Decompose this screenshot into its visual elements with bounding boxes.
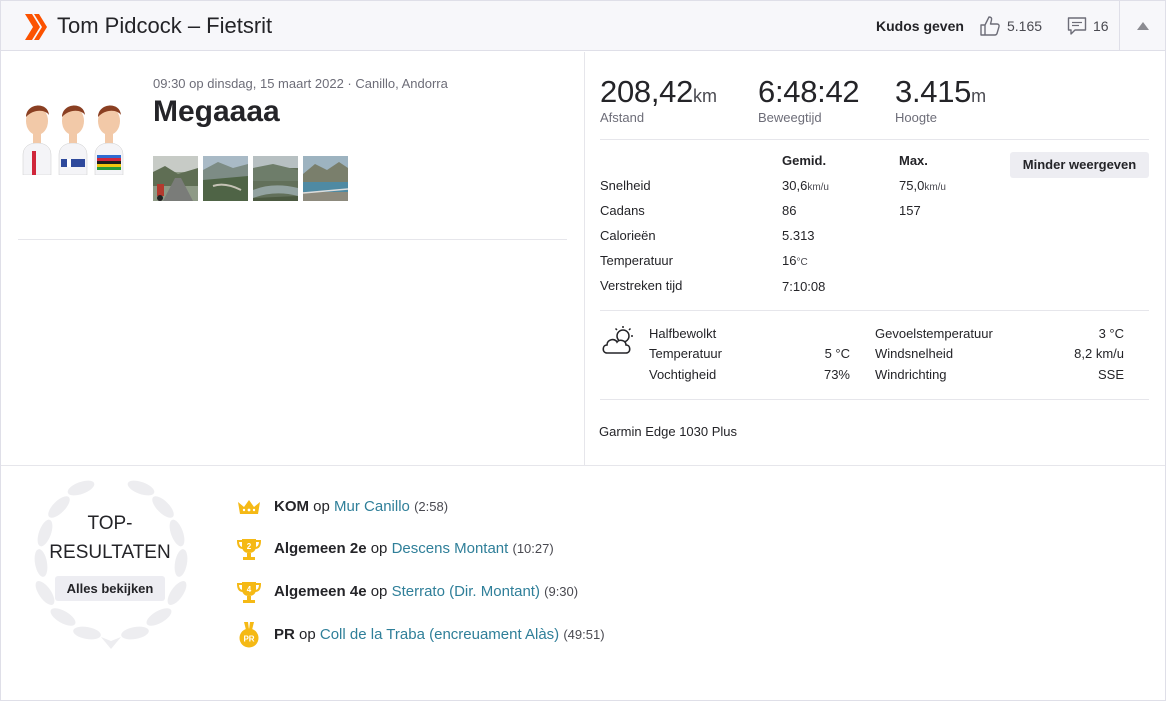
device-separator xyxy=(600,399,1149,400)
column-header-average: Gemid. xyxy=(782,153,827,168)
stat-moving-time-value: 6:48:42 xyxy=(758,74,860,109)
achievement-rank: Algemeen 4e xyxy=(274,583,367,600)
svg-text:4: 4 xyxy=(247,585,252,594)
achievement-op: op xyxy=(370,540,388,557)
comment-icon[interactable] xyxy=(1067,16,1087,36)
stat-distance: 208,42km Afstand xyxy=(600,74,717,125)
stat-moving-time-label: Beweegtijd xyxy=(758,110,822,125)
kudos-count[interactable]: 5.165 xyxy=(1007,18,1042,34)
weather-feels-label: Gevoelstemperatuur xyxy=(875,326,993,341)
stat-elevation-label: Hoogte xyxy=(895,110,937,125)
left-separator xyxy=(18,239,567,240)
row-label-speed: Snelheid xyxy=(600,178,651,193)
achievement-rank: PR xyxy=(274,626,295,643)
svg-text:2: 2 xyxy=(247,542,252,551)
row-label-cadence: Cadans xyxy=(600,203,645,218)
achievement-rank: KOM xyxy=(274,498,309,515)
row-label-calories: Calorieën xyxy=(600,228,656,243)
row-temperature-avg: 16°C xyxy=(782,253,808,268)
pr-medal-icon: PR xyxy=(239,622,259,648)
achievements-separator xyxy=(1,465,1165,466)
thumbs-up-icon[interactable] xyxy=(979,15,1001,37)
activity-header-title: Tom Pidcock – Fietsrit xyxy=(57,13,273,38)
achievement-time: (2:58) xyxy=(414,499,449,514)
device-name: Garmin Edge 1030 Plus xyxy=(599,424,738,439)
stat-distance-unit: km xyxy=(693,86,718,106)
trophy-4-icon: 4 xyxy=(236,582,262,603)
achievement-op: op xyxy=(313,498,330,515)
achievement-time: (10:27) xyxy=(512,541,554,556)
stats-separator xyxy=(600,139,1149,140)
crown-icon xyxy=(238,500,260,514)
weather-wind-direction-value: SSE xyxy=(1097,367,1124,382)
activity-photo-thumbnail[interactable] xyxy=(303,156,348,201)
row-label-elapsed-time: Verstreken tijd xyxy=(600,278,683,293)
activity-title: Megaaaa xyxy=(153,95,280,128)
stat-elevation-value: 3.415 xyxy=(895,74,972,109)
weather-temp-label: Temperatuur xyxy=(649,346,722,361)
column-separator xyxy=(584,52,585,465)
achievement-time: (49:51) xyxy=(563,627,605,642)
weather-separator xyxy=(600,310,1149,311)
weather-wind-direction-label: Windrichting xyxy=(875,367,947,382)
stat-distance-label: Afstand xyxy=(600,110,645,125)
achievement-op: op xyxy=(370,583,388,600)
activity-date-location: 09:30 op dinsdag, 15 maart 2022 · Canill… xyxy=(153,76,448,91)
weather-feels-value: 3 °C xyxy=(1098,326,1124,341)
weather-humidity-label: Vochtigheid xyxy=(649,367,717,382)
show-less-button[interactable]: Minder weergeven xyxy=(1010,152,1149,178)
stat-elevation-unit: m xyxy=(971,86,987,106)
see-all-button[interactable]: Alles bekijken xyxy=(55,576,165,601)
give-kudos-button[interactable]: Kudos geven xyxy=(876,18,964,34)
segment-link[interactable]: Mur Canillo xyxy=(334,498,410,515)
activity-photo-thumbnail[interactable] xyxy=(153,156,198,201)
svg-text:PR: PR xyxy=(243,635,254,644)
stat-moving-time: 6:48:42 Beweegtijd xyxy=(758,74,860,125)
collapse-chevron-up-icon[interactable] xyxy=(1137,22,1149,30)
trophy-2-icon: 2 xyxy=(236,539,262,560)
activity-header: Tom Pidcock – Fietsrit Kudos geven 5.165… xyxy=(1,1,1165,51)
activity-photo-thumbnail[interactable] xyxy=(253,156,298,201)
weather-wind-speed-value: 8,2 km/u xyxy=(1074,346,1124,361)
weather-humidity-value: 73% xyxy=(823,367,850,382)
stat-distance-value: 208,42 xyxy=(600,74,694,109)
row-speed-max: 75,0km/u xyxy=(899,178,946,193)
row-elapsed-time-avg: 7:10:08 xyxy=(782,279,826,294)
weather-wind-speed-label: Windsnelheid xyxy=(875,346,954,361)
row-calories-avg: 5.313 xyxy=(782,228,815,243)
weather-temp-value: 5 °C xyxy=(824,346,850,361)
weather-condition: Halfbewolkt xyxy=(649,326,717,341)
row-speed-avg: 30,6km/u xyxy=(782,178,829,193)
column-header-max: Max. xyxy=(899,153,928,168)
row-cadence-avg: 86 xyxy=(782,203,797,218)
row-label-temperature: Temperatuur xyxy=(600,253,673,268)
athlete-avatar[interactable] xyxy=(19,93,129,175)
segment-link[interactable]: Sterrato (Dir. Montant) xyxy=(392,583,540,600)
strava-chevron-icon xyxy=(25,14,47,40)
activity-photo-thumbnail[interactable] xyxy=(203,156,248,201)
achievement-op: op xyxy=(299,626,316,643)
segment-link[interactable]: Coll de la Traba (encreuament Alàs) xyxy=(320,626,559,643)
activity-photos xyxy=(153,156,348,201)
activity-card: Tom Pidcock – Fietsrit Kudos geven 5.165… xyxy=(0,0,1166,701)
row-cadence-max: 157 xyxy=(899,203,921,218)
segment-link[interactable]: Descens Montant xyxy=(392,540,509,557)
achievement-rank: Algemeen 2e xyxy=(274,540,367,557)
comment-count[interactable]: 16 xyxy=(1093,18,1109,34)
achievement-time: (9:30) xyxy=(544,584,579,599)
stat-elevation: 3.415m Hoogte xyxy=(895,74,986,125)
top-results-title: TOP-RESULTATEN xyxy=(49,513,171,563)
partly-cloudy-icon xyxy=(602,326,633,354)
header-divider xyxy=(1119,1,1120,51)
